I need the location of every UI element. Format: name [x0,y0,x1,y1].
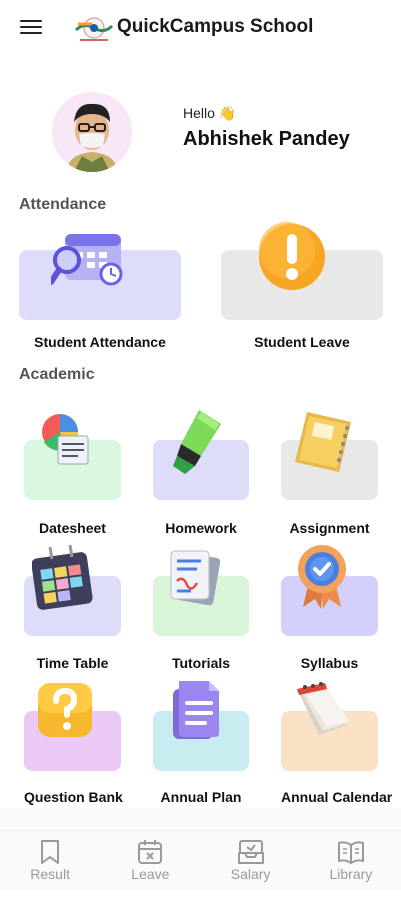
tile-label: Syllabus [300,655,359,671]
nav-label: Leave [131,866,170,882]
pie-chart-document-icon [42,414,89,465]
section-title-attendance: Attendance [19,196,107,213]
calendar-x-icon [138,840,163,864]
section-title-academic: Academic [19,366,95,383]
notebook-icon [295,412,351,472]
documents-icon [170,550,221,606]
nav-item-salary[interactable]: Salary [201,831,301,890]
tile-label: Student Attendance [34,334,166,350]
hamburger-menu-icon[interactable] [20,20,42,38]
top-bar: QuickCampus School [0,0,401,58]
nav-item-result[interactable]: Result [0,831,100,890]
question-icon [38,683,92,737]
tile-tutorials[interactable]: Tutorials [153,543,249,673]
nav-label: Result [30,866,70,882]
tile-label: Question Bank [24,789,123,805]
tile-label: Student Leave [254,334,350,350]
calendar-search-icon [51,234,123,286]
highlighter-icon [173,410,221,474]
badge-check-icon [298,545,346,609]
tile-label: Assignment [289,520,370,536]
tile-label: Homework [165,520,237,536]
tile-assignment[interactable]: Assignment [281,408,378,538]
tile-time-table[interactable]: Time Table [24,543,121,673]
tile-label: Time Table [36,655,109,671]
tile-annual-calendar[interactable]: Annual Calendar [281,677,393,807]
nav-divider [0,808,401,830]
school-logo-icon [74,17,114,41]
tile-annual-plan[interactable]: Annual Plan [153,677,249,807]
nav-item-leave[interactable]: Leave [100,831,200,890]
desk-calendar-icon [297,682,349,735]
tile-syllabus[interactable]: Syllabus [281,543,378,673]
tile-label: Datesheet [39,520,106,536]
tile-label: Tutorials [171,655,231,671]
tile-student-leave[interactable]: Student Leave [221,222,383,352]
tile-question-bank[interactable]: Question Bank [24,677,123,807]
app-title: QuickCampus School [117,16,314,37]
bookmark-icon [41,840,60,864]
timetable-calendar-icon [32,545,93,610]
user-name: Abhishek Pandey [183,128,350,150]
nav-label: Salary [230,866,271,882]
bottom-navigation: Result Leave Salary Library [0,830,401,890]
exclamation-icon [259,222,325,290]
open-book-icon [337,841,364,864]
user-avatar-icon [52,92,132,172]
avatar[interactable] [52,92,132,172]
nav-item-library[interactable]: Library [301,831,401,890]
tile-student-attendance[interactable]: Student Attendance [19,222,181,352]
document-lines-icon [173,681,219,739]
greeting-text: Hello 👋 [183,105,237,121]
tile-homework[interactable]: Homework [153,408,249,538]
tile-label: Annual Plan [160,789,242,805]
tile-datesheet[interactable]: Datesheet [24,408,121,538]
nav-label: Library [329,866,373,882]
tile-label: Annual Calendar [281,789,393,805]
wallet-icon [237,840,264,864]
